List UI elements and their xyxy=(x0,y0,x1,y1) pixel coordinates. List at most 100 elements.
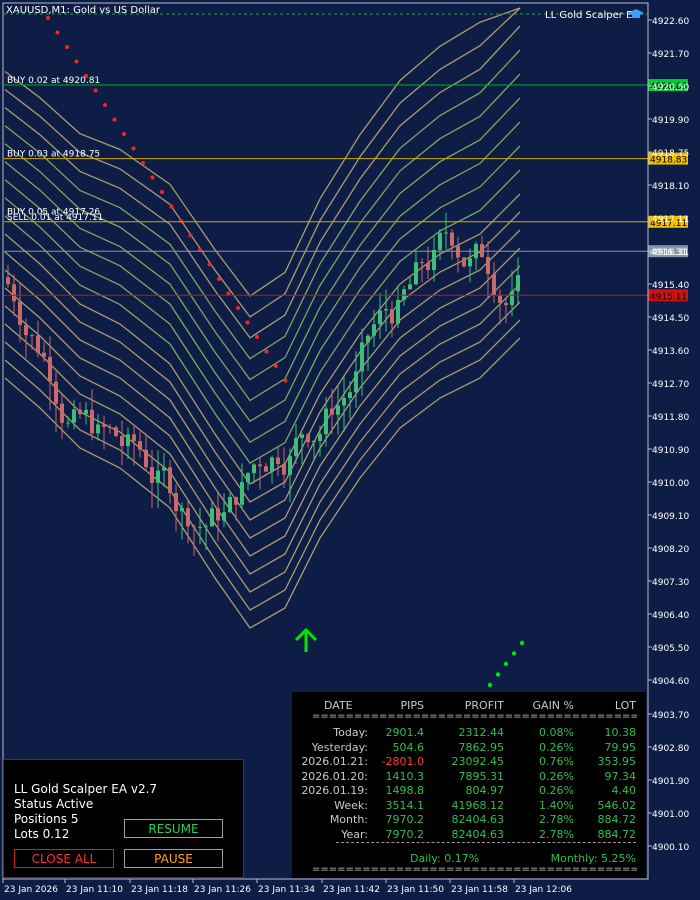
stats-cell-profit: 7862.95 xyxy=(458,740,505,754)
stats-cell-date: Year: xyxy=(341,827,368,841)
stats-cell-lot: 4.40 xyxy=(611,784,637,797)
candle-body xyxy=(468,258,472,267)
candle-body xyxy=(102,424,106,427)
candle-body xyxy=(228,496,232,513)
ea-chart-label: LL Gold Scalper EA xyxy=(545,10,639,21)
price-tick-label: 4914.50 xyxy=(652,314,689,324)
stats-cell-date: Yesterday: xyxy=(311,740,368,754)
sar-dot xyxy=(160,190,164,194)
stats-cell-lot: 884.72 xyxy=(597,813,637,826)
candle-body xyxy=(204,526,208,528)
candle-body xyxy=(336,405,340,415)
sar-dot xyxy=(93,88,98,93)
sar-dot xyxy=(74,59,79,64)
sar-dot xyxy=(511,651,517,656)
candle-body xyxy=(330,408,334,415)
candle-body xyxy=(180,508,184,512)
time-tick-label: 23 Jan 2026 xyxy=(4,885,58,895)
candle-body xyxy=(432,249,436,271)
stats-separator-bottom: ======================================= xyxy=(312,864,637,875)
stats-panel: DATE PIPS PROFIT GAIN % LOT ============… xyxy=(292,692,646,878)
stats-cell-date: Month: xyxy=(329,813,368,826)
stats-cell-gain: 0.76% xyxy=(539,755,574,768)
resume-button[interactable]: RESUME xyxy=(124,819,223,838)
price-tick-label: 4900.10 xyxy=(652,843,689,853)
candle-body xyxy=(438,232,442,250)
candle-body xyxy=(264,466,268,472)
price-tick-label: 4919.90 xyxy=(652,116,689,126)
sar-dot xyxy=(150,175,155,180)
stats-cell-pips: 7970.2 xyxy=(385,813,425,826)
candle-body xyxy=(162,467,166,471)
stats-cell-gain: 0.26% xyxy=(539,740,574,754)
candle-body xyxy=(282,464,286,475)
close-all-button[interactable]: CLOSE ALL xyxy=(14,849,114,868)
time-tick-label: 23 Jan 11:26 xyxy=(194,885,251,895)
price-tick-label: 4918.10 xyxy=(652,182,689,192)
sar-dot xyxy=(179,219,183,223)
candle-body xyxy=(240,482,244,505)
candle-body xyxy=(78,409,82,415)
price-tick-label: 4909.10 xyxy=(652,512,689,522)
price-tick-label: 4913.60 xyxy=(652,347,689,357)
candle-body xyxy=(66,422,70,424)
candle-body xyxy=(288,455,292,475)
candle-body xyxy=(420,262,424,264)
time-tick-label: 23 Jan 11:34 xyxy=(258,885,315,895)
sar-dot xyxy=(131,146,136,151)
stats-cell-date: 2026.01.21: xyxy=(301,755,368,768)
candle-body xyxy=(258,464,262,467)
sar-dot xyxy=(55,30,60,35)
sar-dot xyxy=(495,672,501,677)
stats-cell-profit: 41968.12 xyxy=(451,798,505,812)
stats-cell-pips: 3514.1 xyxy=(385,798,425,812)
lots-label: Lots xyxy=(14,827,39,841)
candle-body xyxy=(174,493,178,512)
price-tick-label: 4910.00 xyxy=(652,479,689,489)
candle-body xyxy=(168,467,172,494)
stats-cell-gain: 0.26% xyxy=(539,769,574,783)
candle-body xyxy=(426,262,430,271)
candle-body xyxy=(234,496,238,505)
price-tick-label: 4901.00 xyxy=(652,810,689,820)
candle-body xyxy=(48,356,52,382)
trade-label: BUY 0.02 at 4920.81 xyxy=(7,76,100,86)
sar-dot xyxy=(103,103,107,107)
stats-cell-date: Today: xyxy=(333,726,368,739)
price-tick-label: 4916.31 xyxy=(652,248,689,258)
time-tick-label: 23 Jan 11:18 xyxy=(131,885,188,895)
ea-version: v2.7 xyxy=(130,782,158,796)
stats-cell-gain: 1.40% xyxy=(539,798,574,812)
stats-cell-date: 2026.01.19: xyxy=(301,784,368,797)
stats-cell-pips: 7970.2 xyxy=(385,827,425,841)
stats-cell-profit: 82404.63 xyxy=(451,827,505,841)
time-tick-label: 23 Jan 11:58 xyxy=(451,885,508,895)
stats-cell-pips: 1410.3 xyxy=(385,769,425,783)
stats-cell-profit: 2312.44 xyxy=(458,726,505,739)
candle-body xyxy=(270,457,274,472)
stats-separator-top: ======================================= xyxy=(312,711,637,722)
price-tick-label: 4920.50 xyxy=(652,83,689,93)
candle-body xyxy=(192,526,196,528)
stats-cell-pips: 2901.4 xyxy=(385,726,425,739)
candle-body xyxy=(42,352,46,357)
candle-body xyxy=(486,257,490,274)
stats-cell-lot: 546.02 xyxy=(597,798,637,812)
ea-title: LL Gold Scalper EA v2.7 xyxy=(14,782,157,796)
candle-body xyxy=(252,464,256,474)
candle-body xyxy=(300,434,304,438)
price-tick-label: 4917.11 xyxy=(652,215,689,225)
candle-body xyxy=(360,342,364,372)
candle-body xyxy=(402,289,406,300)
candle-body xyxy=(450,232,454,246)
candle-body xyxy=(372,324,376,336)
sar-dot xyxy=(255,335,259,339)
price-tick-label: 4906.40 xyxy=(652,611,689,621)
time-tick-label: 23 Jan 11:10 xyxy=(66,885,123,895)
sar-dot xyxy=(188,233,193,238)
candle-body xyxy=(342,398,346,406)
pause-button[interactable]: PAUSE xyxy=(124,849,223,868)
stats-divider xyxy=(336,842,636,843)
candle-body xyxy=(60,403,64,423)
candle-body xyxy=(150,467,154,483)
